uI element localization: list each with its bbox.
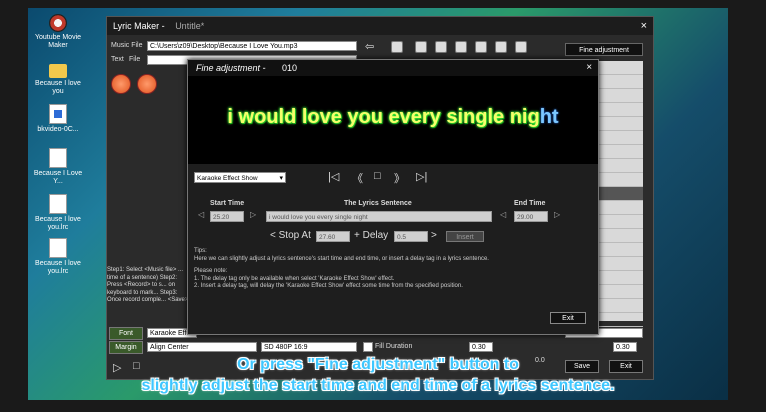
dialog-title: Fine adjustment - bbox=[196, 63, 266, 73]
toolbar-button-5[interactable] bbox=[475, 41, 487, 53]
lyrics-sentence-label: The Lyrics Sentence bbox=[344, 200, 412, 207]
end-time-input[interactable]: 29.00 bbox=[514, 211, 548, 222]
toolbar-button-2[interactable] bbox=[415, 41, 427, 53]
start-time-decrease-icon[interactable]: ◁ bbox=[198, 210, 204, 219]
desktop-icon-youtube-movie-maker[interactable]: Youtube Movie Maker bbox=[30, 14, 86, 50]
toolbar-button-1[interactable] bbox=[391, 41, 403, 53]
tutorial-caption: Or press "Fine adjustment" button to sli… bbox=[28, 354, 728, 396]
desktop-icon-label: Because I love you.lrc bbox=[35, 260, 81, 275]
desktop-icon-folder[interactable]: Because I love you bbox=[30, 60, 86, 96]
end-time-decrease-icon[interactable]: ◁ bbox=[500, 210, 506, 219]
file-label: File bbox=[129, 56, 141, 63]
desktop-icon-label: Because I love you bbox=[35, 80, 81, 95]
karaoke-unsung-text: ht bbox=[539, 106, 559, 128]
toolbar-button-7[interactable] bbox=[515, 41, 527, 53]
start-time-input[interactable]: 25.20 bbox=[210, 211, 244, 222]
close-icon[interactable]: × bbox=[641, 17, 647, 35]
desktop-icon-label: Youtube Movie Maker bbox=[34, 34, 82, 49]
end-time-increase-icon[interactable]: ▷ bbox=[554, 210, 560, 219]
back-arrow-icon[interactable]: ⇦ bbox=[365, 40, 374, 53]
insert-button[interactable]: Insert bbox=[446, 231, 484, 242]
dialog-titlebar: Fine adjustment - 010 × bbox=[188, 60, 598, 76]
file-icon bbox=[49, 148, 67, 168]
desktop-icon-media[interactable]: bkvideo-0C... bbox=[30, 104, 86, 134]
stop-button[interactable] bbox=[137, 74, 157, 94]
right-value-field[interactable]: 0.30 bbox=[613, 342, 637, 352]
folder-icon bbox=[49, 64, 67, 78]
skip-back-icon[interactable]: |◁ bbox=[328, 170, 339, 183]
steps-text: Step1: Select <Music file> ... time of a… bbox=[107, 267, 189, 303]
play-button[interactable] bbox=[111, 74, 131, 94]
delay-label: + Delay bbox=[354, 230, 389, 241]
window-title: Lyric Maker - bbox=[113, 21, 165, 31]
fill-duration-label: Fill Duration bbox=[375, 343, 413, 350]
window-subtitle: Untitle* bbox=[175, 21, 205, 31]
dialog-exit-button[interactable]: Exit bbox=[550, 312, 586, 324]
fine-adjustment-button[interactable]: Fine adjustment bbox=[565, 43, 643, 56]
desktop-icon-audio[interactable]: Because I Love Y... bbox=[30, 148, 86, 186]
desktop-icon-lrc-2[interactable]: Because I love you.lrc bbox=[30, 238, 86, 276]
close-icon[interactable]: × bbox=[586, 60, 592, 76]
note-title: Please note: bbox=[194, 268, 228, 274]
toolbar-button-6[interactable] bbox=[495, 41, 507, 53]
caption-line-1: Or press "Fine adjustment" button to bbox=[237, 356, 519, 373]
stop-at-label: < Stop At bbox=[270, 230, 311, 241]
fill-duration-value[interactable]: 0.30 bbox=[469, 342, 493, 352]
start-time-label: Start Time bbox=[210, 200, 245, 207]
lyric-maker-titlebar: Lyric Maker - Untitle* × bbox=[107, 17, 653, 35]
delay-close-bracket: > bbox=[431, 230, 437, 241]
desktop-icon-label: bkvideo-0C... bbox=[37, 126, 79, 133]
fill-duration-checkbox[interactable] bbox=[363, 342, 373, 352]
skip-forward-icon[interactable]: ▷| bbox=[416, 170, 427, 183]
stop-at-input[interactable]: 27.60 bbox=[316, 231, 350, 242]
margin-tag[interactable]: Margin bbox=[109, 341, 143, 354]
resolution-select[interactable]: SD 480P 16:9 bbox=[261, 342, 357, 352]
tips-text: Here we can slightly adjust a lyrics sen… bbox=[194, 255, 489, 262]
sentence-number: 010 bbox=[282, 63, 298, 73]
text-label: Text bbox=[111, 56, 124, 63]
file-icon bbox=[49, 238, 67, 258]
desktop-icon-label: Because I Love Y... bbox=[33, 170, 83, 185]
end-time-label: End Time bbox=[514, 200, 546, 207]
tips-title: Tips: bbox=[194, 248, 207, 254]
karaoke-sung-text: i would love you every single nig bbox=[227, 106, 540, 128]
media-file-icon bbox=[49, 104, 67, 124]
app-icon bbox=[49, 14, 67, 32]
lyrics-sentence-input[interactable]: i would love you every single night bbox=[266, 211, 492, 222]
toolbar-button-3[interactable] bbox=[435, 41, 447, 53]
desktop-screen: Youtube Movie Maker Because I love you b… bbox=[28, 8, 728, 400]
fine-adjustment-dialog: Fine adjustment - 010 × i would love you… bbox=[187, 59, 599, 335]
font-tag[interactable]: Font bbox=[109, 327, 143, 340]
start-time-increase-icon[interactable]: ▷ bbox=[250, 210, 256, 219]
tips-panel: Tips: Here we can slightly adjust a lyri… bbox=[194, 248, 592, 291]
karaoke-text: i would love you every single night bbox=[188, 106, 598, 129]
stop-icon[interactable]: □ bbox=[374, 170, 381, 182]
music-file-label: Music File bbox=[111, 42, 143, 49]
karaoke-preview: i would love you every single night bbox=[188, 76, 598, 164]
rewind-icon[interactable]: 《 bbox=[352, 170, 363, 186]
forward-icon[interactable]: 》 bbox=[394, 170, 405, 186]
note-1: 1. The delay tag only be available when … bbox=[194, 275, 395, 282]
desktop-icon-label: Because I love you.lrc bbox=[35, 216, 81, 231]
desktop-icon-lrc-1[interactable]: Because I love you.lrc bbox=[30, 194, 86, 232]
music-file-input[interactable]: C:\Users\z09\Desktop\Because I Love You.… bbox=[147, 41, 357, 51]
toolbar-button-4[interactable] bbox=[455, 41, 467, 53]
caption-line-2: slightly adjust the start time and end t… bbox=[141, 377, 615, 394]
file-icon bbox=[49, 194, 67, 214]
delay-input[interactable]: 0.5 bbox=[394, 231, 428, 242]
effect-select[interactable]: Karaoke Effect Show bbox=[194, 172, 286, 184]
align-select[interactable]: Align Center bbox=[147, 342, 257, 352]
note-2: 2. Insert a delay tag, will delay the 'K… bbox=[194, 283, 463, 289]
